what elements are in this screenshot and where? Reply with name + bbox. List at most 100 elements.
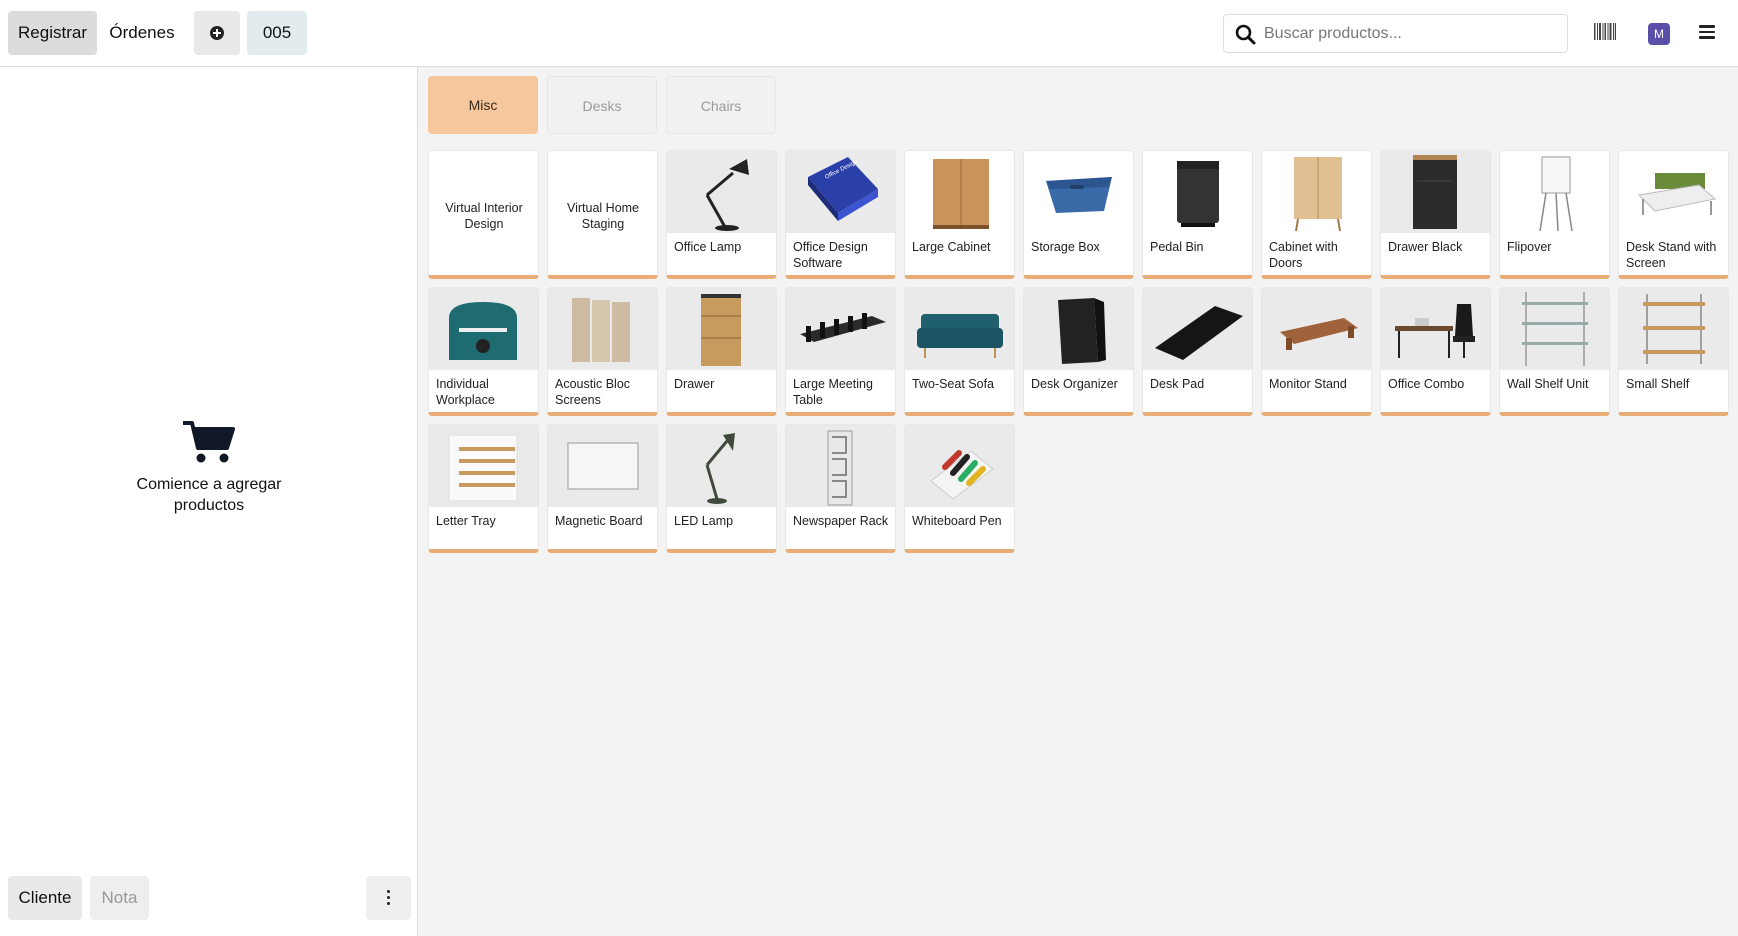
product-image bbox=[429, 288, 538, 370]
product-name: Desk Pad bbox=[1150, 377, 1205, 391]
category-misc[interactable]: Misc bbox=[428, 76, 538, 134]
product-name: Pedal Bin bbox=[1150, 240, 1204, 254]
more-options-button[interactable] bbox=[366, 876, 411, 920]
product-card[interactable]: Office Design Office Design Software bbox=[785, 150, 896, 279]
product-name: Magnetic Board bbox=[555, 514, 643, 528]
product-image bbox=[1381, 288, 1490, 370]
barcode-icon[interactable] bbox=[1594, 23, 1616, 40]
product-name: Storage Box bbox=[1031, 240, 1100, 254]
product-name: Virtual Home Staging bbox=[566, 200, 640, 231]
product-name: Desk Stand with Screen bbox=[1626, 240, 1717, 270]
orders-button[interactable]: Órdenes bbox=[100, 11, 184, 55]
product-image bbox=[1262, 151, 1371, 233]
product-card[interactable]: Acoustic Bloc Screens bbox=[547, 287, 658, 416]
product-card[interactable]: Magnetic Board bbox=[547, 424, 658, 553]
product-card[interactable]: Desk Organizer bbox=[1023, 287, 1134, 416]
product-card[interactable]: Small Shelf bbox=[1618, 287, 1729, 416]
product-name: Office Design Software bbox=[793, 240, 868, 270]
order-panel: Comience a agregar productos bbox=[0, 67, 418, 936]
product-card[interactable]: Wall Shelf Unit bbox=[1499, 287, 1610, 416]
product-search[interactable] bbox=[1223, 14, 1568, 53]
product-image bbox=[1619, 288, 1728, 370]
product-image bbox=[1143, 151, 1252, 233]
product-card[interactable]: Desk Stand with Screen bbox=[1618, 150, 1729, 279]
product-image bbox=[1024, 151, 1133, 233]
product-card[interactable]: Drawer bbox=[666, 287, 777, 416]
product-image bbox=[1024, 288, 1133, 370]
product-image bbox=[786, 425, 895, 507]
note-button[interactable]: Nota bbox=[90, 876, 149, 920]
product-name: LED Lamp bbox=[674, 514, 734, 528]
product-card[interactable]: Desk Pad bbox=[1142, 287, 1253, 416]
product-name: Small Shelf bbox=[1626, 377, 1690, 391]
user-avatar[interactable]: M bbox=[1648, 23, 1670, 45]
empty-cart-placeholder: Comience a agregar productos bbox=[0, 420, 418, 516]
product-name: Virtual Interior Design bbox=[445, 200, 523, 231]
product-name: Flipover bbox=[1507, 240, 1552, 254]
product-name: Office Lamp bbox=[674, 240, 742, 254]
category-chairs[interactable]: Chairs bbox=[666, 76, 776, 134]
product-name: Cabinet with Doors bbox=[1269, 240, 1338, 270]
product-name: Large Meeting Table bbox=[793, 377, 873, 407]
product-name: Monitor Stand bbox=[1269, 377, 1347, 391]
product-image bbox=[1381, 151, 1490, 233]
product-image bbox=[1500, 288, 1609, 370]
product-image bbox=[548, 425, 657, 507]
product-name: Two-Seat Sofa bbox=[912, 377, 994, 391]
product-name: Large Cabinet bbox=[912, 240, 991, 254]
product-name: Individual Workplace bbox=[436, 377, 495, 407]
product-card[interactable]: Pedal Bin bbox=[1142, 150, 1253, 279]
product-name: Drawer Black bbox=[1388, 240, 1463, 254]
product-image bbox=[786, 288, 895, 370]
product-image bbox=[1143, 288, 1252, 370]
product-image: Office Design bbox=[786, 151, 895, 233]
product-card[interactable]: Drawer Black bbox=[1380, 150, 1491, 279]
product-name: Drawer bbox=[674, 377, 715, 391]
product-image bbox=[667, 425, 776, 507]
product-card[interactable]: Monitor Stand bbox=[1261, 287, 1372, 416]
search-input[interactable] bbox=[1264, 18, 1559, 49]
product-image bbox=[548, 288, 657, 370]
product-card[interactable]: Letter Tray bbox=[428, 424, 539, 553]
plus-circle-icon bbox=[210, 26, 224, 40]
product-image bbox=[1500, 151, 1609, 233]
product-card[interactable]: Cabinet with Doors bbox=[1261, 150, 1372, 279]
register-button[interactable]: Registrar bbox=[8, 11, 97, 55]
empty-cart-message: Comience a agregar productos bbox=[136, 476, 282, 514]
product-card[interactable]: Flipover bbox=[1499, 150, 1610, 279]
product-card[interactable]: Individual Workplace bbox=[428, 287, 539, 416]
product-card[interactable]: Office Lamp bbox=[666, 150, 777, 279]
product-card[interactable]: Two-Seat Sofa bbox=[904, 287, 1015, 416]
product-card[interactable]: Virtual Interior Design bbox=[428, 150, 539, 279]
product-card[interactable]: Large Meeting Table bbox=[785, 287, 896, 416]
customer-button[interactable]: Cliente bbox=[8, 876, 82, 920]
product-name: Letter Tray bbox=[436, 514, 496, 528]
product-card[interactable]: Office Combo bbox=[1380, 287, 1491, 416]
shopping-cart-icon bbox=[183, 421, 235, 463]
category-desks[interactable]: Desks bbox=[547, 76, 657, 134]
product-card[interactable]: LED Lamp bbox=[666, 424, 777, 553]
product-image bbox=[429, 425, 538, 507]
product-image bbox=[905, 288, 1014, 370]
current-order-tab[interactable]: 005 bbox=[247, 11, 307, 55]
product-card[interactable]: Large Cabinet bbox=[904, 150, 1015, 279]
product-name: Newspaper Rack bbox=[793, 514, 889, 528]
product-image bbox=[1619, 151, 1728, 233]
product-card[interactable]: Whiteboard Pen bbox=[904, 424, 1015, 553]
top-bar: Registrar Órdenes 005 M bbox=[0, 0, 1738, 67]
product-card[interactable]: Virtual Home Staging bbox=[547, 150, 658, 279]
product-card[interactable]: Newspaper Rack bbox=[785, 424, 896, 553]
new-order-button[interactable] bbox=[194, 11, 240, 55]
product-name: Acoustic Bloc Screens bbox=[555, 377, 631, 407]
search-icon bbox=[1235, 24, 1256, 45]
product-image bbox=[905, 425, 1014, 507]
product-card[interactable]: Storage Box bbox=[1023, 150, 1134, 279]
product-name: Wall Shelf Unit bbox=[1507, 377, 1589, 391]
product-name: Office Combo bbox=[1388, 377, 1465, 391]
hamburger-menu-icon[interactable] bbox=[1699, 25, 1715, 39]
product-image bbox=[905, 151, 1014, 233]
product-image bbox=[667, 151, 776, 233]
product-name: Desk Organizer bbox=[1031, 377, 1118, 391]
product-image bbox=[1262, 288, 1371, 370]
product-name: Whiteboard Pen bbox=[912, 514, 1002, 528]
